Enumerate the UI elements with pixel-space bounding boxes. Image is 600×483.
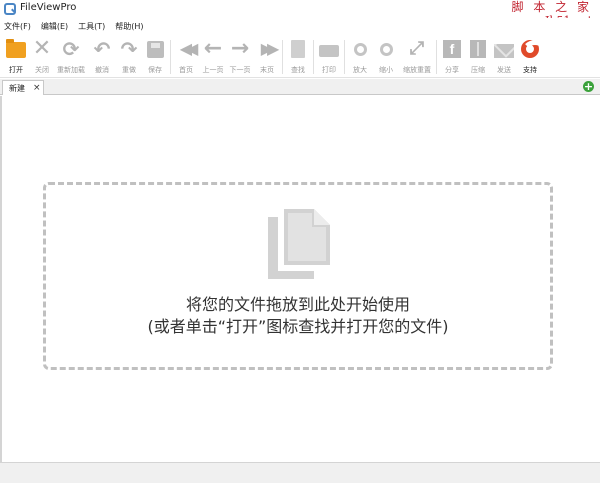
find-button[interactable]: 查找 bbox=[285, 39, 311, 77]
title-bar: FileViewPro 脚 本 之 家 www.Jb51.net bbox=[0, 0, 600, 27]
close-icon: ✕ bbox=[32, 36, 52, 61]
last-page-icon: ▶▶ bbox=[260, 39, 280, 58]
support-button[interactable]: 支持 bbox=[517, 39, 549, 77]
menu-bar: 文件(F) 编辑(E) 工具(T) 帮助(H) bbox=[0, 18, 600, 35]
tab-close-icon[interactable]: × bbox=[33, 82, 41, 94]
printer-icon bbox=[319, 39, 339, 59]
undo-icon: ↶ bbox=[93, 37, 111, 61]
toolbar: 打开 ✕ 关闭 ⟳ 重新加载 ↶ 撤消 ↷ 重做 保存 ◀◀ 首页 ← 上一页 … bbox=[0, 36, 600, 78]
arrow-right-icon: → bbox=[230, 36, 250, 61]
window-title: FileViewPro bbox=[20, 2, 77, 13]
reload-button[interactable]: ⟳ 重新加载 bbox=[57, 37, 85, 77]
tab-bar: 新建 × + bbox=[0, 79, 600, 95]
mail-icon bbox=[494, 39, 514, 59]
zoom-out-icon bbox=[376, 39, 396, 59]
reset-zoom-button[interactable]: ⤢ 缩放重置 bbox=[403, 38, 431, 77]
print-button[interactable]: 打印 bbox=[316, 39, 342, 77]
zoom-in-icon bbox=[350, 39, 370, 59]
reload-icon: ⟳ bbox=[62, 37, 80, 61]
watermark-line1: 脚 本 之 家 bbox=[511, 0, 592, 14]
menu-file[interactable]: 文件(F) bbox=[4, 21, 31, 32]
documents-icon bbox=[268, 209, 330, 279]
redo-icon: ↷ bbox=[120, 37, 138, 61]
last-page-button[interactable]: ▶▶ 末页 bbox=[254, 39, 280, 77]
save-button[interactable]: 保存 bbox=[142, 39, 168, 77]
first-page-icon: ◀◀ bbox=[179, 39, 199, 58]
window-border bbox=[0, 96, 2, 462]
drop-hint: (或者单击“打开”图标查找并打开您的文件) bbox=[147, 317, 449, 336]
lifebuoy-icon bbox=[520, 39, 549, 68]
menu-tools[interactable]: 工具(T) bbox=[78, 21, 105, 32]
menu-edit[interactable]: 编辑(E) bbox=[41, 21, 68, 32]
find-document-icon bbox=[288, 39, 308, 59]
folder-icon bbox=[6, 39, 26, 59]
drop-instruction: 将您的文件拖放到此处开始使用 bbox=[185, 295, 410, 314]
zip-icon bbox=[468, 39, 488, 59]
status-bar bbox=[0, 462, 600, 483]
facebook-icon: f bbox=[442, 39, 462, 59]
zoom-out-button[interactable]: 缩小 bbox=[373, 39, 399, 77]
app-logo-icon bbox=[4, 3, 16, 15]
tab-label: 新建 bbox=[9, 84, 25, 93]
menu-help[interactable]: 帮助(H) bbox=[115, 21, 143, 32]
arrow-left-icon: ← bbox=[203, 36, 223, 61]
save-icon bbox=[145, 39, 165, 59]
fit-screen-icon: ⤢ bbox=[409, 38, 425, 59]
tab-new[interactable]: 新建 × bbox=[2, 80, 44, 95]
document-area: 将您的文件拖放到此处开始使用 (或者单击“打开”图标查找并打开您的文件) bbox=[0, 96, 600, 462]
drop-zone[interactable]: 将您的文件拖放到此处开始使用 (或者单击“打开”图标查找并打开您的文件) bbox=[43, 182, 553, 370]
add-tab-icon[interactable]: + bbox=[583, 81, 594, 92]
